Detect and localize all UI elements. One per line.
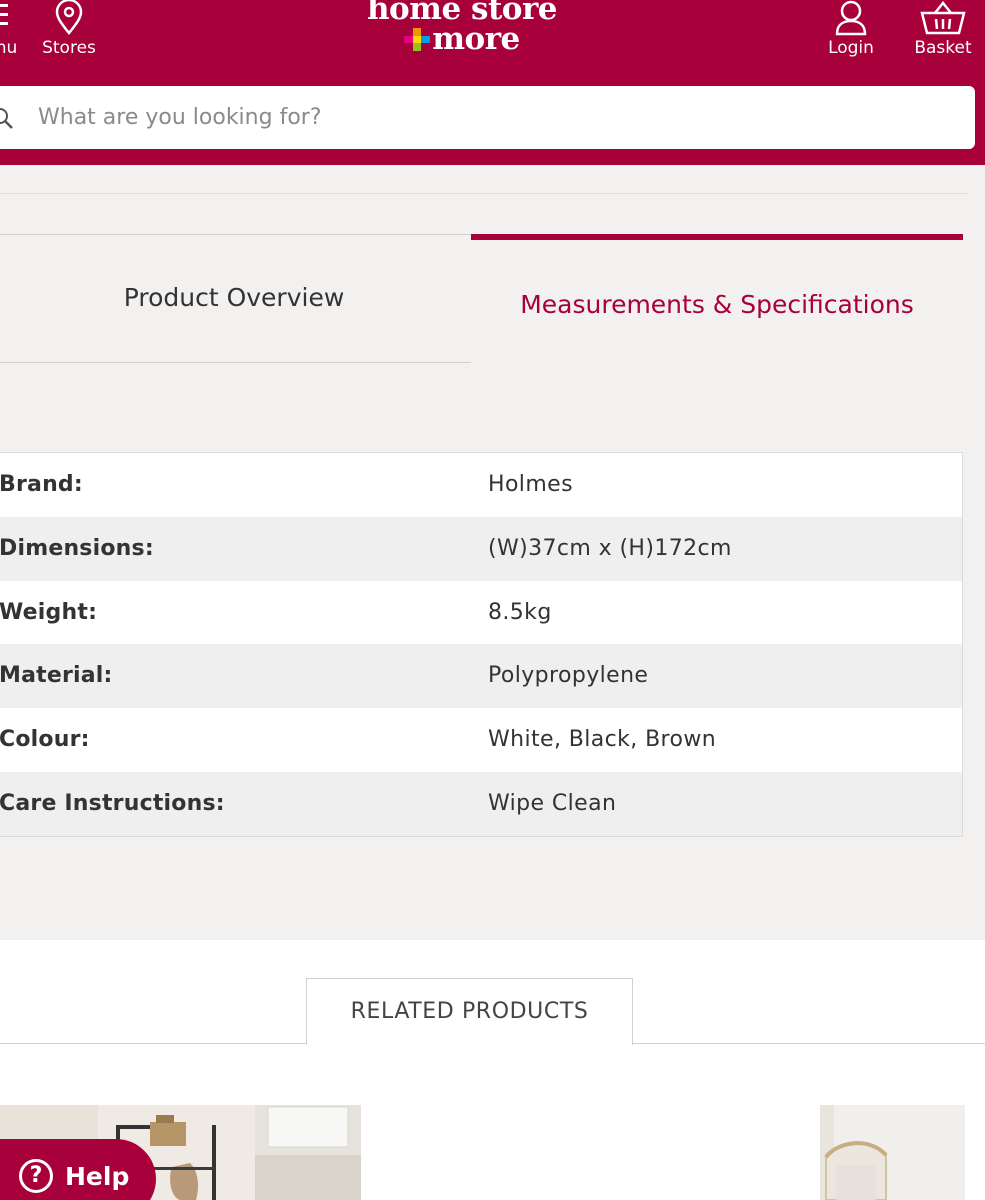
spec-value: (W)37cm x (H)172cm: [488, 535, 732, 561]
section-divider: [0, 193, 968, 194]
search-bar: [0, 86, 975, 149]
spec-label: Material:: [0, 663, 113, 689]
tab-product-overview[interactable]: Product Overview: [0, 234, 472, 363]
spec-value: 8.5kg: [488, 599, 552, 625]
spec-value: White, Black, Brown: [488, 727, 717, 753]
search-icon[interactable]: [0, 108, 16, 130]
help-question-icon: ?: [19, 1159, 53, 1193]
mirror-image: [820, 1105, 965, 1200]
spec-label: Weight:: [0, 599, 98, 625]
plus-logo-icon: [404, 28, 431, 51]
spec-label: Colour:: [0, 727, 90, 753]
spec-row-material: Material: Polypropylene: [0, 644, 962, 709]
spec-label: Dimensions:: [0, 535, 154, 561]
related-product-image[interactable]: [820, 1105, 965, 1200]
menu-button[interactable]: Menu: [0, 0, 17, 58]
basket-label: Basket: [914, 38, 972, 58]
basket-button[interactable]: Basket: [906, 0, 980, 58]
spec-value: Wipe Clean: [488, 790, 617, 816]
spec-value: Polypropylene: [488, 663, 649, 689]
location-pin-icon: [55, 0, 83, 35]
basket-icon: [920, 0, 966, 35]
spec-row-dimensions: Dimensions: (W)37cm x (H)172cm: [0, 516, 962, 581]
user-icon: [835, 0, 867, 36]
help-button[interactable]: ? Help: [0, 1139, 156, 1200]
login-button[interactable]: Login: [820, 0, 882, 58]
home-store-more-logo[interactable]: home store more: [362, 0, 562, 57]
spec-label: Brand:: [0, 472, 83, 497]
specifications-table: Brand: Holmes Dimensions: (W)37cm x (H)1…: [0, 452, 963, 837]
spec-row-weight: Weight: 8.5kg: [0, 581, 962, 645]
related-products-tab[interactable]: RELATED PRODUCTS: [306, 978, 633, 1045]
logo-text-line2-word: more: [432, 21, 520, 57]
spec-row-colour: Colour: White, Black, Brown: [0, 708, 962, 772]
spec-row-care-instructions: Care Instructions: Wipe Clean: [0, 771, 962, 836]
site-header: Menu Stores home store more Login: [0, 0, 985, 165]
logo-text-line2: more: [362, 21, 562, 57]
spec-label: Care Instructions:: [0, 790, 225, 816]
search-input[interactable]: [38, 86, 938, 149]
stores-label: Stores: [42, 38, 96, 58]
help-label: Help: [65, 1162, 130, 1191]
tab-measurements-specifications[interactable]: Measurements & Specifications: [471, 234, 963, 364]
hamburger-icon: [0, 4, 8, 25]
stores-button[interactable]: Stores: [36, 0, 102, 58]
menu-label: Menu: [0, 38, 18, 58]
login-label: Login: [828, 38, 874, 58]
spec-value: Holmes: [488, 472, 573, 497]
spec-row-brand: Brand: Holmes: [0, 453, 962, 517]
